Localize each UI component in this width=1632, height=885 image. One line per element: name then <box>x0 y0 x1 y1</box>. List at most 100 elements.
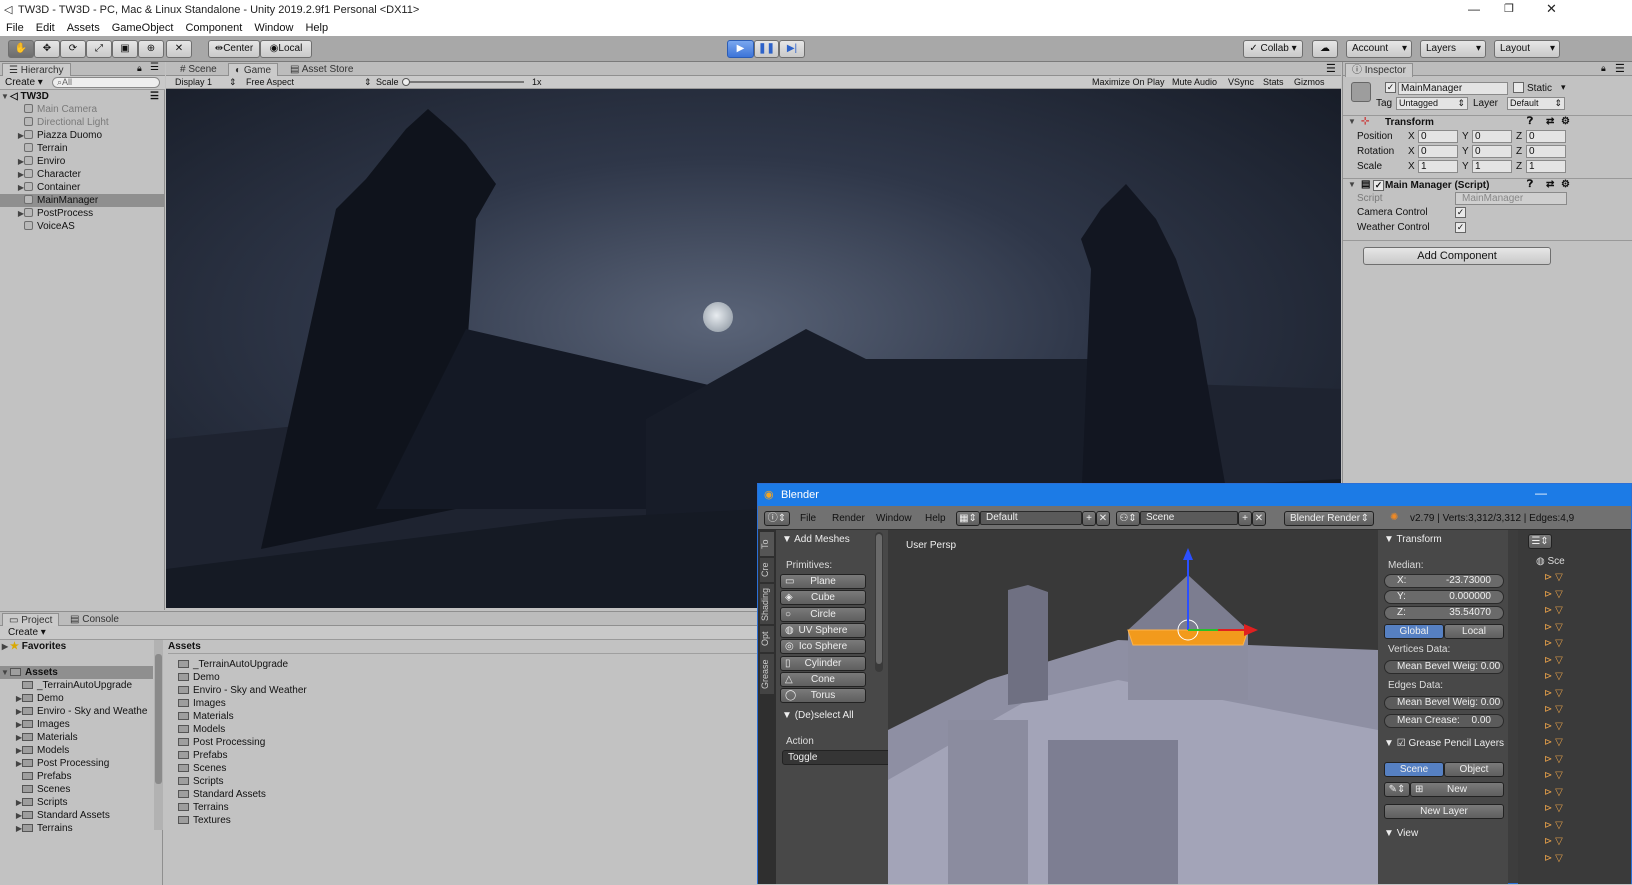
rotation-z-field[interactable]: 0 <box>1526 145 1566 158</box>
tab-project[interactable]: ▭ Project <box>2 613 60 627</box>
grease-pencil-header[interactable]: ▼ ☑ Grease Pencil Layers <box>1384 738 1504 749</box>
hierarchy-search-input[interactable]: ⌕All <box>52 77 160 88</box>
vsync-toggle[interactable]: VSync <box>1228 77 1254 87</box>
static-dropdown-icon[interactable]: ▾ <box>1561 82 1566 93</box>
blender-minimize-button[interactable]: — <box>1535 486 1547 500</box>
pause-button[interactable]: ❚❚ <box>754 40 779 58</box>
expand-arrow-icon[interactable]: ▶ <box>0 129 24 142</box>
global-toggle[interactable]: Global <box>1384 624 1444 639</box>
hierarchy-item[interactable]: ▶ Enviro <box>0 155 165 168</box>
project-tree-item[interactable]: ▶ Standard Assets <box>0 809 153 822</box>
project-tree-item[interactable]: ▶ Images <box>0 718 153 731</box>
expand-arrow-icon[interactable]: ▶ <box>0 705 22 718</box>
add-circle-button[interactable]: ○ Circle <box>780 606 866 622</box>
tool-shelf-scrollbar-thumb[interactable] <box>876 534 882 664</box>
project-tree-item[interactable]: ▶ Models <box>0 744 153 757</box>
project-tree-item[interactable]: ▶ Post Processing <box>0 757 153 770</box>
project-tree-item[interactable]: ▶ Demo <box>0 692 153 705</box>
add-uv-sphere-button[interactable]: ◍ UV Sphere <box>780 622 866 638</box>
step-button[interactable]: ▶| <box>779 40 805 58</box>
local-toggle[interactable]: Local <box>1444 624 1504 639</box>
menu-window[interactable]: Window <box>248 21 299 35</box>
play-button[interactable]: ▶ <box>727 40 754 58</box>
tab-hierarchy[interactable]: ☰ Hierarchy <box>2 63 71 77</box>
pivot-center-button[interactable]: ⇹Center <box>208 40 260 58</box>
edge-bevel-field[interactable]: Mean Bevel Weig: 0.00 <box>1384 696 1504 710</box>
layout-dropdown[interactable]: Layout ▾ <box>1494 40 1560 58</box>
asset-list-item[interactable]: Images <box>178 697 226 710</box>
menu-file[interactable]: File <box>0 21 30 35</box>
outliner-object-icon[interactable]: ⊳ ▽ <box>1544 787 1563 798</box>
new-layer-button[interactable]: New Layer <box>1384 804 1504 819</box>
hand-tool-icon[interactable]: ✋ <box>8 40 34 58</box>
tab-create[interactable]: Cre <box>760 558 774 582</box>
add-ico-sphere-button[interactable]: ◎ Ico Sphere <box>780 639 866 655</box>
outliner-scene-item[interactable]: ◍ Sce <box>1536 556 1565 567</box>
help-icon[interactable]: ❓︎ <box>1527 179 1533 190</box>
close-button[interactable]: ✕ <box>1546 1 1557 17</box>
expand-arrow-icon[interactable]: ▼ <box>0 90 10 103</box>
scale-slider-thumb[interactable] <box>402 78 410 86</box>
gear-icon[interactable]: ⚙ <box>1561 179 1570 190</box>
tag-dropdown[interactable]: Untagged ⇕ <box>1396 97 1468 110</box>
script-enabled-checkbox[interactable]: ✓ <box>1373 180 1384 191</box>
scene-icon[interactable]: ⚇⇕ <box>1116 511 1140 526</box>
hierarchy-item[interactable]: ▶ Piazza Duomo <box>0 129 165 142</box>
project-tree-item[interactable]: ▶ Scripts <box>0 796 153 809</box>
blender-menu-help[interactable]: Help <box>925 513 946 524</box>
add-component-button[interactable]: Add Component <box>1363 247 1551 265</box>
tree-scrollbar[interactable] <box>154 640 163 830</box>
layer-dropdown[interactable]: Default ⇕ <box>1507 97 1565 110</box>
median-y-field[interactable]: Y: 0.000000 <box>1384 590 1504 604</box>
scale-slider-track[interactable] <box>404 81 524 83</box>
tab-asset-store[interactable]: ▤ Asset Store <box>284 63 359 77</box>
outliner-object-icon[interactable]: ⊳ ▽ <box>1544 704 1563 715</box>
stats-toggle[interactable]: Stats <box>1263 77 1284 87</box>
tab-tools[interactable]: To <box>760 532 774 556</box>
transform-header[interactable]: ▼ ⊹ Transform ❓︎ ⇄ ⚙ <box>1343 116 1632 130</box>
scene-field[interactable]: Scene <box>1140 511 1238 525</box>
panel-menu-icon[interactable]: ☰ <box>150 62 159 73</box>
expand-arrow-icon[interactable]: ▶ <box>0 809 22 822</box>
tab-options[interactable]: Opt <box>760 626 774 652</box>
move-tool-icon[interactable]: ✥ <box>34 40 60 58</box>
median-z-field[interactable]: Z: 35.54070 <box>1384 606 1504 620</box>
scale-tool-icon[interactable]: ⤢ <box>86 40 112 58</box>
object-name-field[interactable]: MainManager <box>1398 82 1508 95</box>
presets-icon[interactable]: ⇄ <box>1546 179 1554 190</box>
lock-icon[interactable]: 🔒︎ <box>1601 63 1606 74</box>
expand-arrow-icon[interactable]: ▶ <box>0 731 22 744</box>
transform-tool-icon[interactable]: ⊕ <box>138 40 164 58</box>
favorites-item[interactable]: ▶ ★ Favorites <box>0 640 160 653</box>
scale-y-field[interactable]: 1 <box>1472 160 1512 173</box>
expand-arrow-icon[interactable]: ▶ <box>0 757 22 770</box>
render-engine-dropdown[interactable]: Blender Render ⇕ <box>1284 511 1374 526</box>
add-cylinder-button[interactable]: ▯ Cylinder <box>780 655 866 671</box>
assets-root-item[interactable]: ▼ Assets <box>0 666 153 679</box>
script-component-header[interactable]: ▼ ▤ ✓ Main Manager (Script) ❓︎ ⇄ ⚙ <box>1343 179 1632 193</box>
rotation-x-field[interactable]: 0 <box>1418 145 1458 158</box>
add-screen-icon[interactable]: + <box>1082 511 1096 526</box>
outliner-object-icon[interactable]: ⊳ ▽ <box>1544 605 1563 616</box>
asset-list-item[interactable]: Terrains <box>178 801 229 814</box>
position-x-field[interactable]: 0 <box>1418 130 1458 143</box>
outliner-object-icon[interactable]: ⊳ ▽ <box>1544 820 1563 831</box>
mean-crease-field[interactable]: Mean Crease: 0.00 <box>1384 714 1504 728</box>
expand-arrow-icon[interactable]: ▶ <box>0 796 22 809</box>
account-dropdown[interactable]: Account ▾ <box>1346 40 1412 58</box>
asset-list-item[interactable]: Models <box>178 723 225 736</box>
display-dropdown[interactable]: Display 1 <box>175 77 212 87</box>
asset-list-item[interactable]: Prefabs <box>178 749 227 762</box>
outliner-object-icon[interactable]: ⊳ ▽ <box>1544 770 1563 781</box>
lock-icon[interactable]: 🔒︎ <box>137 63 142 74</box>
expand-arrow-icon[interactable]: ▶ <box>0 181 24 194</box>
menu-assets[interactable]: Assets <box>61 21 106 35</box>
deselect-all-header[interactable]: ▼ (De)select All <box>782 710 854 721</box>
add-scene-icon[interactable]: + <box>1238 511 1252 526</box>
add-meshes-header[interactable]: ▼ Add Meshes <box>782 534 850 545</box>
outliner-object-icon[interactable]: ⊳ ▽ <box>1544 638 1563 649</box>
outliner-type-icon[interactable]: ☰⇕ <box>1528 534 1552 549</box>
remove-screen-icon[interactable]: ✕ <box>1096 511 1110 526</box>
project-tree-item[interactable]: Scenes <box>0 783 153 796</box>
outliner-object-icon[interactable]: ⊳ ▽ <box>1544 572 1563 583</box>
